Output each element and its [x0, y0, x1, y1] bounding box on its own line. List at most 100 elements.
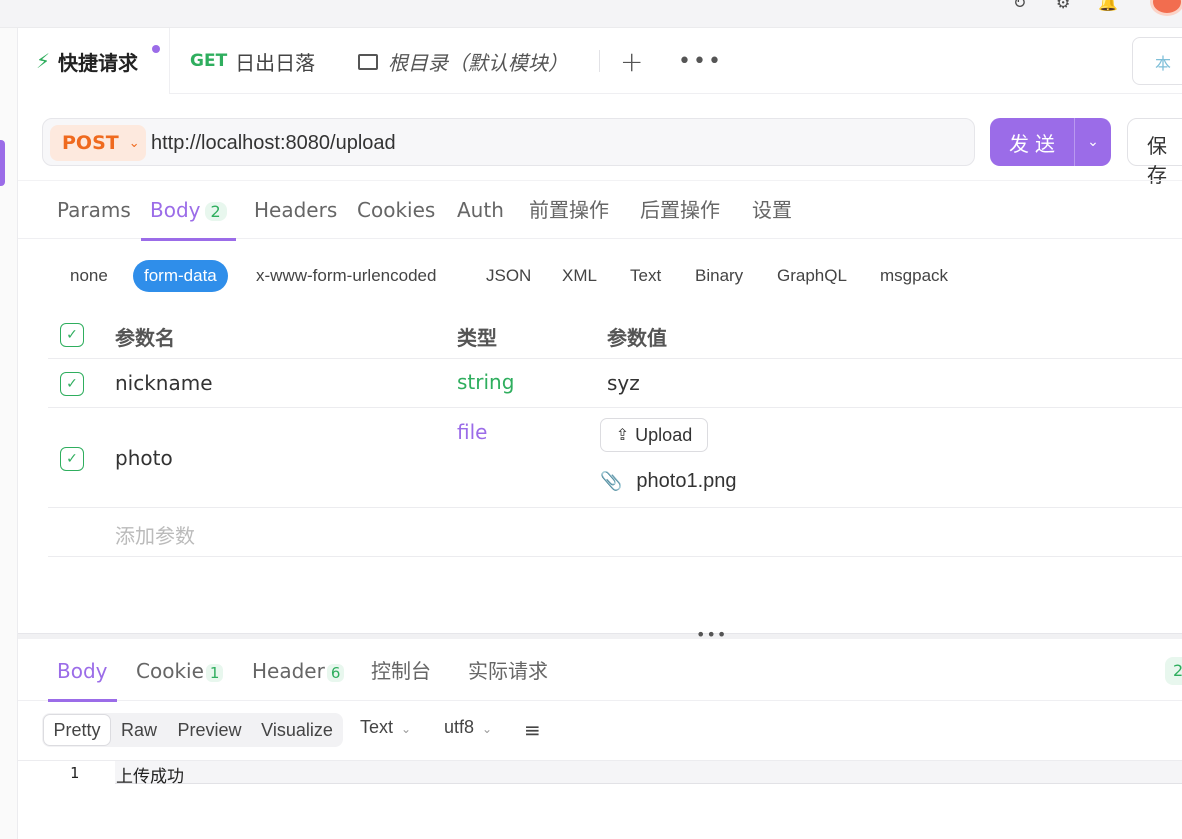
format-select[interactable]: Text ⌄	[360, 717, 411, 738]
chevron-down-icon: ⌄	[401, 722, 412, 736]
send-label: 发送	[1009, 131, 1061, 156]
left-rail	[0, 28, 18, 839]
upload-icon: ⇪	[615, 427, 630, 444]
tab-response-cookie[interactable]: Cookie 1	[136, 641, 224, 701]
tab-response-header[interactable]: Header 6	[252, 641, 345, 701]
environment-select[interactable]: 本	[1132, 37, 1182, 85]
active-rail-indicator	[0, 140, 5, 186]
word-wrap-icon[interactable]: ≡	[524, 718, 541, 742]
add-tab-button[interactable]: +	[620, 28, 643, 94]
tab-post-request[interactable]: 后置操作	[640, 181, 720, 240]
body-type-binary[interactable]: Binary	[695, 260, 743, 292]
paperclip-icon: 📎	[600, 471, 623, 491]
bell-icon[interactable]: 🔔	[1098, 0, 1120, 11]
code-line: 上传成功	[115, 761, 1182, 787]
response-editor[interactable]: 1 上传成功	[18, 760, 1182, 839]
url-input[interactable]	[151, 129, 951, 157]
avatar[interactable]	[1150, 0, 1182, 16]
settings-icon[interactable]: ⚙	[1056, 0, 1078, 11]
tab-label: 后置操作	[640, 198, 720, 222]
tab-headers[interactable]: Headers	[254, 181, 337, 240]
count-badge: 6	[326, 664, 345, 682]
url-bar: POST ⌄	[42, 118, 975, 166]
tab-pre-request[interactable]: 前置操作	[529, 181, 609, 240]
body-type-none[interactable]: none	[70, 260, 108, 292]
select-all-checkbox[interactable]: ✓	[60, 323, 84, 347]
param-name[interactable]: photo	[115, 446, 173, 470]
save-button[interactable]: 保存	[1127, 118, 1182, 187]
tab-auth[interactable]: Auth	[457, 181, 504, 240]
row-checkbox[interactable]: ✓	[60, 447, 84, 471]
tab-root-folder[interactable]: 根目录（默认模块）	[358, 28, 568, 94]
body-type-form-data[interactable]: form-data	[133, 260, 228, 292]
more-tabs-button[interactable]: •••	[678, 28, 723, 94]
tab-divider	[599, 50, 600, 72]
table-row: ✓ photo file ⇪ Upload 📎 photo1.png	[48, 408, 1182, 508]
tab-label: Body	[150, 198, 201, 222]
line-number: 1	[70, 764, 80, 782]
column-header-type: 类型	[457, 326, 497, 350]
param-name[interactable]: nickname	[115, 371, 213, 395]
attached-file[interactable]: 📎 photo1.png	[600, 470, 737, 493]
tab-quick-request[interactable]: ⚡ 快捷请求	[18, 28, 170, 94]
status-badge: 20	[1165, 657, 1182, 685]
panel-splitter[interactable]: •••	[18, 625, 1182, 644]
body-type-urlencoded[interactable]: x-www-form-urlencoded	[256, 260, 436, 292]
send-button[interactable]: 发送 ⌄	[990, 118, 1111, 166]
tab-params[interactable]: Params	[57, 181, 131, 240]
body-type-json[interactable]: JSON	[486, 260, 531, 292]
tab-label: Cookie	[136, 659, 204, 683]
code-text: 上传成功	[116, 767, 184, 787]
tab-settings[interactable]: 设置	[752, 181, 792, 240]
tab-label: Auth	[457, 198, 504, 222]
tab-label: 实际请求	[468, 659, 548, 683]
refresh-icon[interactable]: ↻	[1013, 0, 1035, 11]
view-raw[interactable]: Raw	[114, 716, 164, 744]
more-icon: •••	[678, 48, 723, 74]
tab-console[interactable]: 控制台	[371, 641, 431, 701]
tab-label: Headers	[254, 198, 338, 222]
param-type[interactable]: string	[457, 370, 514, 394]
param-value[interactable]: syz	[607, 371, 640, 395]
row-checkbox[interactable]: ✓	[60, 372, 84, 396]
tab-label: Header	[252, 659, 325, 683]
bolt-icon: ⚡	[36, 49, 51, 73]
tab-label: Cookies	[357, 198, 436, 222]
column-header-value: 参数值	[607, 326, 667, 350]
count-badge: 2	[204, 202, 227, 221]
add-param-placeholder[interactable]: 添加参数	[115, 520, 195, 549]
method-select[interactable]: POST ⌄	[50, 125, 146, 161]
document-tabs: ⚡ 快捷请求 GET 日出日落 根目录（默认模块） + ••• 本	[18, 28, 1182, 94]
unsaved-dot	[152, 45, 160, 53]
body-type-text[interactable]: Text	[630, 260, 661, 292]
chevron-down-icon[interactable]: ⌄	[1075, 134, 1111, 150]
add-param-row[interactable]: 添加参数	[48, 508, 1182, 557]
view-mode-selector: Pretty Raw Preview Visualize	[42, 713, 343, 747]
view-pretty[interactable]: Pretty	[43, 714, 111, 746]
body-type-selector: none form-data x-www-form-urlencoded JSO…	[18, 255, 1182, 297]
tab-actual-request[interactable]: 实际请求	[468, 641, 548, 701]
tab-body[interactable]: Body 2	[141, 181, 236, 241]
body-type-msgpack[interactable]: msgpack	[880, 260, 948, 292]
title-bar: ↻ ⚙ 🔔	[0, 0, 1182, 28]
upload-button[interactable]: ⇪ Upload	[600, 418, 708, 452]
table-row: ✓ nickname string syz	[48, 359, 1182, 408]
format-label: Text	[360, 717, 394, 737]
body-type-graphql[interactable]: GraphQL	[777, 260, 847, 292]
view-visualize[interactable]: Visualize	[255, 716, 339, 744]
tab-response-body[interactable]: Body	[48, 641, 116, 702]
encoding-select[interactable]: utf8 ⌄	[444, 717, 492, 738]
tab-label: 前置操作	[529, 198, 609, 222]
response-tabs: Body Cookie1 Header6 控制台 实际请求 20	[18, 641, 1182, 702]
body-type-xml[interactable]: XML	[562, 260, 597, 292]
tab-cookies[interactable]: Cookies	[357, 181, 435, 240]
params-table: ✓ 参数名 类型 参数值 ✓ nickname string syz ✓ pho…	[48, 310, 1182, 557]
upload-label: Upload	[635, 424, 693, 445]
tab-label: Params	[57, 198, 131, 222]
tab-label: 日出日落	[235, 50, 316, 75]
table-header: ✓ 参数名 类型 参数值	[48, 310, 1182, 359]
param-type[interactable]: file	[457, 420, 487, 444]
tab-label: 控制台	[371, 659, 431, 683]
tab-get-request[interactable]: GET 日出日落	[190, 28, 315, 94]
view-preview[interactable]: Preview	[170, 716, 249, 744]
